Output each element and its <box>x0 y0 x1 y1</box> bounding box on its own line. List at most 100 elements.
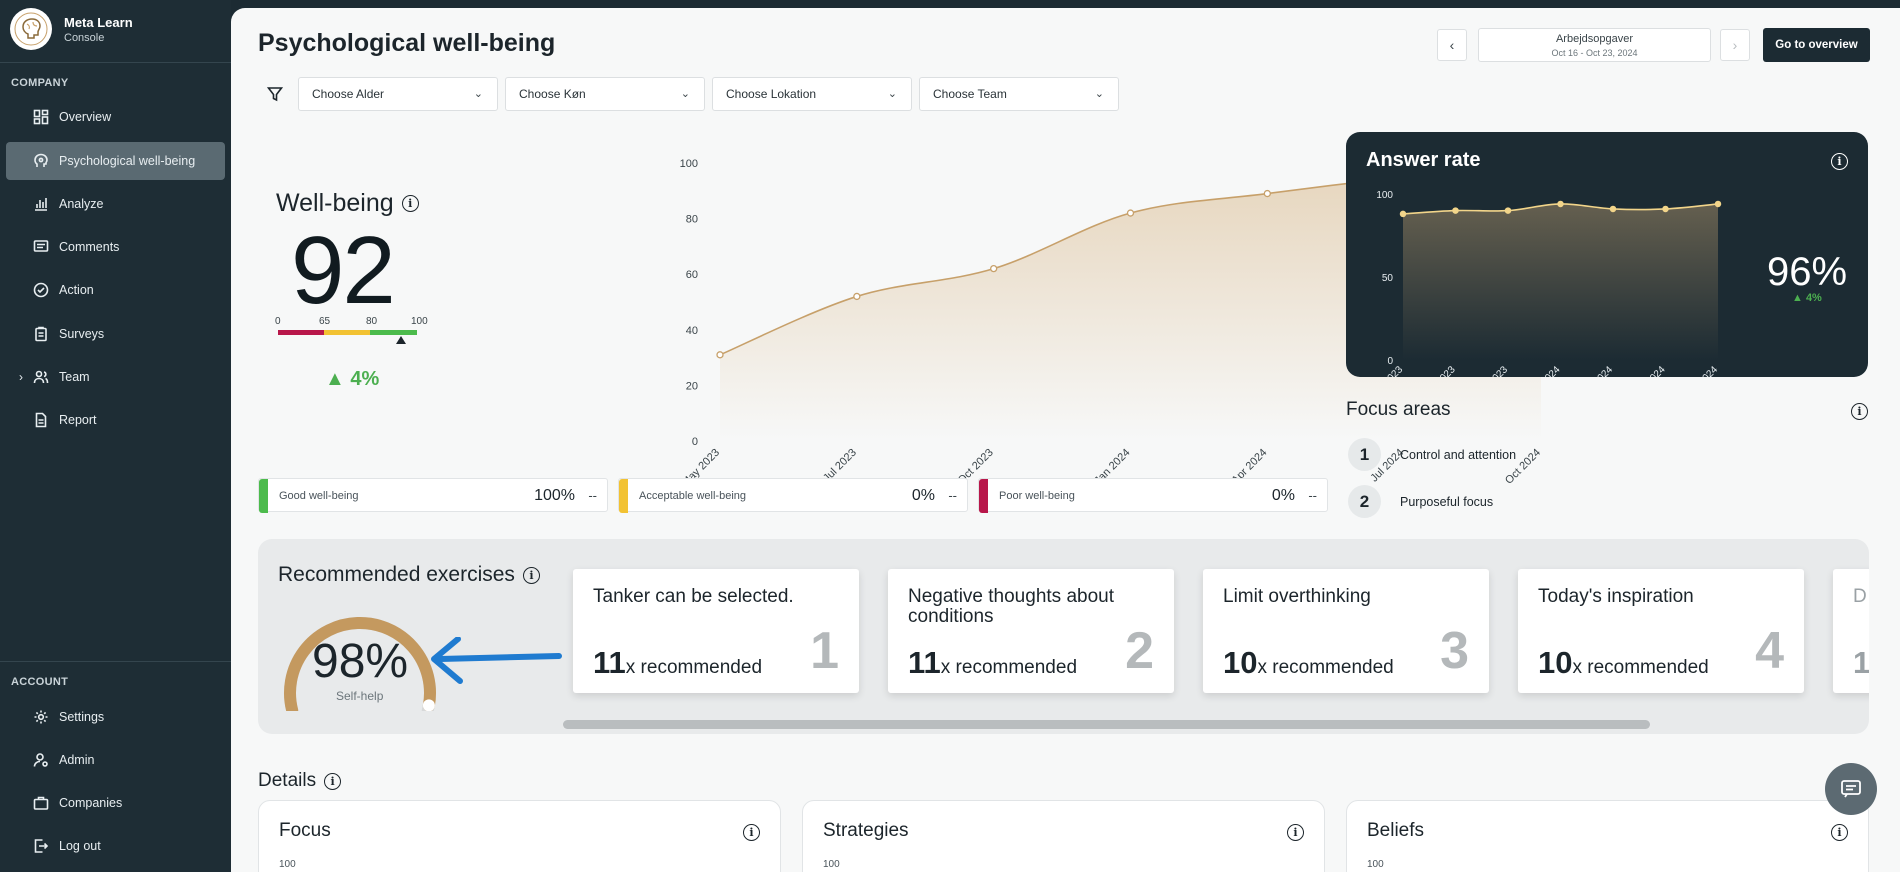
account-section-label: ACCOUNT <box>11 676 69 688</box>
data-point <box>716 351 724 359</box>
sidebar-item-label: Comments <box>59 240 120 254</box>
stat-poor-wellbeing: Poor well-being 0% -- <box>978 478 1328 513</box>
exercise-count-number: 1 <box>1853 645 1869 680</box>
comment-icon <box>33 239 49 255</box>
focus-item-label[interactable]: Purposeful focus <box>1400 495 1493 509</box>
exercise-count-number: 10 <box>1538 645 1573 680</box>
exercise-card[interactable]: Tanker can be selected. 11x recommended … <box>573 569 859 693</box>
stat-acceptable-wellbeing: Acceptable well-being 0% -- <box>618 478 968 513</box>
info-icon[interactable]: i <box>324 772 342 790</box>
gauge-knob <box>422 699 435 711</box>
focus-number-badge: 1 <box>1348 438 1381 471</box>
chevron-right-icon[interactable]: › <box>19 370 23 384</box>
chat-button[interactable] <box>1825 763 1877 815</box>
details-focus-card: Focus i 100 <box>258 800 781 872</box>
exercise-rank: 3 <box>1440 622 1469 680</box>
answer-rate-card: Answer rate i 100500May 2023Jul 2023Oct … <box>1346 132 1868 377</box>
sidebar-item-analyze[interactable]: Analyze <box>6 185 225 223</box>
wellbeing-change: ▲ 4% <box>325 368 380 390</box>
info-icon[interactable]: i <box>1851 403 1868 420</box>
x-tick-label: Jul 2024 <box>1633 364 1668 377</box>
horizontal-scrollbar[interactable] <box>563 720 1650 729</box>
data-point <box>1452 207 1459 214</box>
scale-label: 0 <box>275 316 281 327</box>
scale-marker-icon <box>396 336 406 344</box>
y-tick-label: 40 <box>686 325 698 337</box>
exercise-rank: 4 <box>1755 622 1784 680</box>
period-selector[interactable]: Arbejdsopgaver Oct 16 - Oct 23, 2024 <box>1478 28 1711 62</box>
sidebar-item-team[interactable]: › Team <box>6 358 225 396</box>
y-tick-label: 0 <box>1387 356 1393 367</box>
details-title-text: Details <box>258 770 317 791</box>
data-point <box>1557 200 1564 208</box>
y-tick-label: 80 <box>686 214 698 226</box>
sidebar-item-action[interactable]: Action <box>6 271 225 309</box>
sidebar-item-companies[interactable]: Companies <box>6 784 225 822</box>
info-icon[interactable]: i <box>1287 824 1304 841</box>
exercise-count-suffix: x recommended <box>1572 657 1709 678</box>
exercise-card[interactable]: Negative thoughts about conditions 11x r… <box>888 569 1174 693</box>
focus-item-label[interactable]: Control and attention <box>1400 448 1516 462</box>
exercise-count-number: 11 <box>908 645 941 680</box>
stat-value: 0% <box>911 487 935 504</box>
brand-name: Meta Learn <box>64 14 133 30</box>
sidebar-item-overview[interactable]: Overview <box>6 98 225 136</box>
info-icon[interactable]: i <box>1831 153 1848 170</box>
info-icon[interactable]: i <box>522 566 540 584</box>
exercise-count-suffix: x recommended <box>625 657 763 678</box>
filter-alder-select[interactable]: Choose Alder ⌄ <box>298 77 498 111</box>
x-tick-label: Jan 2024 <box>1526 364 1563 377</box>
area-fill <box>1403 203 1718 360</box>
filter-kon-select[interactable]: Choose Køn ⌄ <box>505 77 705 111</box>
data-point <box>1399 210 1407 218</box>
data-point <box>1662 205 1669 213</box>
exercise-count-suffix: x recommended <box>940 657 1078 678</box>
data-point <box>853 292 861 301</box>
sidebar-item-admin[interactable]: Admin <box>6 741 225 779</box>
sidebar-item-comments[interactable]: Comments <box>6 228 225 266</box>
previous-period-button[interactable]: ‹ <box>1437 29 1467 61</box>
sidebar-divider <box>0 62 231 63</box>
sidebar-item-report[interactable]: Report <box>6 401 225 439</box>
filter-team-select[interactable]: Choose Team ⌄ <box>919 77 1119 111</box>
info-icon[interactable]: i <box>743 824 760 841</box>
main-panel: Psychological well-being ‹ Arbejdsopgave… <box>231 8 1900 872</box>
stat-good-wellbeing: Good well-being 100% -- <box>258 478 608 513</box>
wellbeing-label: Well-being i <box>276 189 419 218</box>
focus-number-badge: 2 <box>1348 485 1381 518</box>
stat-color-bar <box>619 479 628 513</box>
exercise-card[interactable]: Today's inspiration 10x recommended 4 <box>1518 569 1804 693</box>
data-point <box>1714 200 1722 208</box>
select-value: Choose Team <box>933 87 1007 101</box>
next-period-button[interactable]: › <box>1720 29 1750 61</box>
wellbeing-label-text: Well-being <box>276 189 394 217</box>
data-point <box>1126 209 1135 217</box>
filter-icon[interactable] <box>267 86 283 102</box>
document-icon <box>33 412 49 428</box>
grid-icon <box>33 109 49 125</box>
exercise-card[interactable]: Limit overthinking 10x recommended 3 <box>1203 569 1489 693</box>
x-tick-label: Oct 2023 <box>1474 364 1511 377</box>
filter-lokation-select[interactable]: Choose Lokation ⌄ <box>712 77 912 111</box>
y-tick-label: 20 <box>686 380 698 392</box>
brand[interactable]: Meta Learn Console <box>10 8 133 50</box>
sidebar-item-label: Settings <box>59 710 105 724</box>
sidebar-item-settings[interactable]: Settings <box>6 698 225 736</box>
exercise-count: 11x recommended <box>593 645 762 681</box>
chevron-down-icon: ⌄ <box>887 88 897 100</box>
sidebar-item-surveys[interactable]: Surveys <box>6 315 225 353</box>
exercise-title: Today's inspiration <box>1538 586 1694 607</box>
exercise-count-number: 10 <box>1223 645 1258 680</box>
brand-logo <box>10 8 52 50</box>
sidebar-item-log-out[interactable]: Log out <box>6 827 225 865</box>
sidebar-item-label: Surveys <box>59 327 105 341</box>
sidebar-item-label: Companies <box>59 796 123 810</box>
go-to-overview-button[interactable]: Go to overview <box>1763 28 1870 62</box>
exercise-title: D <box>1853 586 1867 607</box>
sidebar-item-psychological-well-being[interactable]: Psychological well-being <box>6 142 225 180</box>
scale-acceptable-segment <box>324 330 370 335</box>
y-tick-label: 100 <box>680 158 698 170</box>
info-icon[interactable]: i <box>1831 824 1848 841</box>
y-tick-label: 0 <box>692 436 698 448</box>
exercise-card[interactable]: D 1 <box>1833 569 1869 693</box>
